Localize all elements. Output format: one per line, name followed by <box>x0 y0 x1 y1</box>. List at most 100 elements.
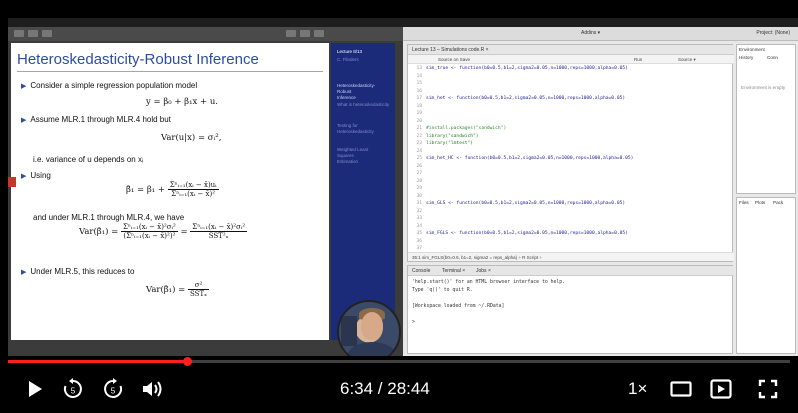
code-text: sim_FGLS <- function(b0=0.5,b1=2,sigma2=… <box>426 231 628 236</box>
environment-pane: Environment History Conn Environment is … <box>736 44 796 194</box>
editor-status-bar: 35:1 sim_FGLS(b0=0.5, b1=2, sigma2 = rep… <box>408 252 734 261</box>
bullet-3-text: Using <box>30 171 51 180</box>
rstudio-window: Addins ▾ Project: (None) Lecture 13 – Si… <box>403 27 798 356</box>
player-controls: 5 5 6:34 / 28:44 1× <box>0 366 798 413</box>
webcam-background <box>341 316 357 346</box>
progress-bar[interactable] <box>8 357 790 366</box>
sidebar-item[interactable]: Heteroskedasticity <box>337 129 374 134</box>
eq5-lhs: Var(β̂₁) = <box>146 285 186 295</box>
code-text: sim_het_HC <- function(b0=0.5,b1=2,sigma… <box>426 156 634 161</box>
theater-mode-button[interactable] <box>668 378 694 400</box>
volume-button[interactable] <box>140 378 164 400</box>
code-text: library("sandwich") <box>426 133 479 139</box>
bullet-2-text: Assume MLR.1 through MLR.4 hold but <box>30 115 171 124</box>
miniplayer-icon <box>710 379 732 399</box>
editor-tab[interactable]: Lecture 13 – Simulations code.R × <box>408 45 734 55</box>
tab-console[interactable]: Console <box>412 268 430 274</box>
console-pane[interactable]: Console Terminal × Jobs × 'help.start()'… <box>407 265 734 354</box>
code-text: library("lmtest") <box>426 141 474 146</box>
time-display: 6:34 / 28:44 <box>340 379 430 398</box>
eq4-denominator-1: (Σⁿᵢ₌₁(xᵢ − x̄)²)² <box>123 232 176 240</box>
bullet-4-text: Under MLR.5, this reduces to <box>30 267 135 276</box>
sidebar-item[interactable]: Estimation <box>337 159 358 164</box>
code-text: sim_het() <box>426 111 451 116</box>
fullscreen-icon <box>758 379 778 399</box>
equation-model: y = β₀ + β₁x + u. <box>146 97 218 107</box>
tab-environment[interactable]: Environment <box>739 47 765 52</box>
addins-menu[interactable]: Addins ▾ <box>581 30 600 36</box>
forward-5-button[interactable]: 5 <box>100 378 126 400</box>
tab-terminal[interactable]: Terminal × <box>442 268 465 274</box>
webcam-face <box>361 312 383 340</box>
code-text: sim_het_HC(n=100) <box>426 178 474 184</box>
code-text: sim_het_HC(n=10) <box>426 186 471 191</box>
sidebar-item[interactable]: Heteroskedasticity- <box>337 83 375 88</box>
equation-variance: Var(u|x) = σᵢ², <box>161 133 222 143</box>
run-button[interactable]: Run <box>634 57 642 62</box>
code-text: sim_GLS() <box>426 216 451 221</box>
under-text: and under MLR.1 through MLR.4, we have <box>33 213 185 222</box>
sidebar-item[interactable]: Inference <box>337 95 356 100</box>
video-frame[interactable]: Heteroskedasticity-Robust Inference ▶ Con… <box>0 0 798 413</box>
source-button[interactable]: Source ▾ <box>678 57 696 63</box>
sidebar-item[interactable]: Testing for <box>337 123 358 128</box>
play-button[interactable] <box>24 378 46 400</box>
eq3-fraction: Σⁿᵢ₌₁(xᵢ − x̄)uᵢ Σⁿᵢ₌₁(xᵢ − x̄)² <box>167 181 219 198</box>
slide-outline-sidebar: Lecture 8/13 C. Flinders Heteroskedastic… <box>331 43 395 340</box>
presenter-webcam <box>337 300 401 356</box>
equation-beta-hat: β̂₁ = β₁ + Σⁿᵢ₌₁(xᵢ − x̄)uᵢ Σⁿᵢ₌₁(xᵢ − x̄… <box>126 181 219 198</box>
rstudio-toolbar: Addins ▾ Project: (None) <box>403 27 798 41</box>
eq5-numerator: σ² <box>187 281 210 290</box>
theater-icon <box>670 381 692 397</box>
source-on-save-checkbox[interactable]: Source on Save <box>438 57 470 62</box>
tab-connections[interactable]: Conn <box>767 55 778 60</box>
tab-history[interactable]: History <box>739 55 753 60</box>
sidebar-item[interactable]: Weighted Least <box>337 147 368 152</box>
eq3-lhs: β̂₁ = β₁ + <box>126 185 165 195</box>
code-text: sim_FGLS() <box>426 246 454 251</box>
tab-files[interactable]: Files <box>739 200 749 205</box>
rewind-5-button[interactable]: 5 <box>60 378 86 400</box>
tab-jobs[interactable]: Jobs × <box>476 268 491 274</box>
console-prompt[interactable]: > <box>412 320 415 325</box>
rewind-5-icon: 5 <box>63 378 82 398</box>
toolbar-button <box>300 30 310 37</box>
sidebar-item[interactable]: Robust <box>337 89 351 94</box>
toolbar-button <box>286 30 296 37</box>
code-text: sim_true() <box>426 81 454 86</box>
volume-icon <box>143 381 162 397</box>
eq4-denominator-2: SST²ₓ <box>208 232 229 240</box>
sidebar-item[interactable]: What is heteroskedasticity <box>337 102 389 107</box>
sidebar-item[interactable]: Squares <box>337 153 354 158</box>
tab-packages[interactable]: Pack <box>773 200 783 205</box>
eq3-denominator: Σⁿᵢ₌₁(xᵢ − x̄)² <box>171 190 216 198</box>
slide-viewer-window: Heteroskedasticity-Robust Inference ▶ Con… <box>8 27 403 356</box>
eq4-fraction-1: Σⁿᵢ₌₁(xᵢ − x̄)²σᵢ² (Σⁿᵢ₌₁(xᵢ − x̄)²)² <box>120 223 178 240</box>
console-line: Type 'q()' to quit R. <box>412 288 473 293</box>
fullscreen-button[interactable] <box>756 378 780 400</box>
eq5-fraction: σ² SSTₓ <box>187 281 210 298</box>
svg-text:5: 5 <box>71 387 76 396</box>
console-line: 'help.start()' for an HTML browser inter… <box>412 280 566 285</box>
console-tabs: Console Terminal × Jobs × <box>408 266 734 276</box>
bullet-1-text: Consider a simple regression population … <box>30 81 198 90</box>
bullet-4: ▶ Under MLR.5, this reduces to <box>21 267 135 276</box>
eq4-lhs: Var(β̂₁) = <box>79 227 119 237</box>
code-text: sim_true <- function(b0=0.5,b1=2,sigma2=… <box>426 66 628 71</box>
tab-plots[interactable]: Plots <box>755 200 765 205</box>
screen-recording: Heteroskedasticity-Robust Inference ▶ Con… <box>8 18 798 356</box>
editor-tab-label: Lecture 13 – Simulations code.R × <box>412 47 489 53</box>
source-editor-pane: Lecture 13 – Simulations code.R × Source… <box>407 44 734 262</box>
playback-speed-button[interactable]: 1× <box>628 379 647 399</box>
project-menu[interactable]: Project: (None) <box>756 30 790 36</box>
progress-scrubber[interactable] <box>182 357 192 366</box>
svg-text:5: 5 <box>111 387 116 396</box>
eq4-fraction-2: Σⁿᵢ₌₁(xᵢ − x̄)²σᵢ² SST²ₓ <box>190 223 248 240</box>
miniplayer-button[interactable] <box>708 378 734 400</box>
bullet-3: ▶ Using <box>21 171 51 180</box>
toolbar-button <box>14 30 24 37</box>
code-area[interactable]: 13 sim_true <- function(b0=0.5,b1=2,sigma… <box>408 65 734 253</box>
equation-var-beta: Var(β̂₁) = Σⁿᵢ₌₁(xᵢ − x̄)²σᵢ² (Σⁿᵢ₌₁(xᵢ −… <box>79 223 248 240</box>
bullet-1: ▶ Consider a simple regression population… <box>21 81 198 90</box>
sidebar-lecture: Lecture 8/13 <box>337 49 363 54</box>
